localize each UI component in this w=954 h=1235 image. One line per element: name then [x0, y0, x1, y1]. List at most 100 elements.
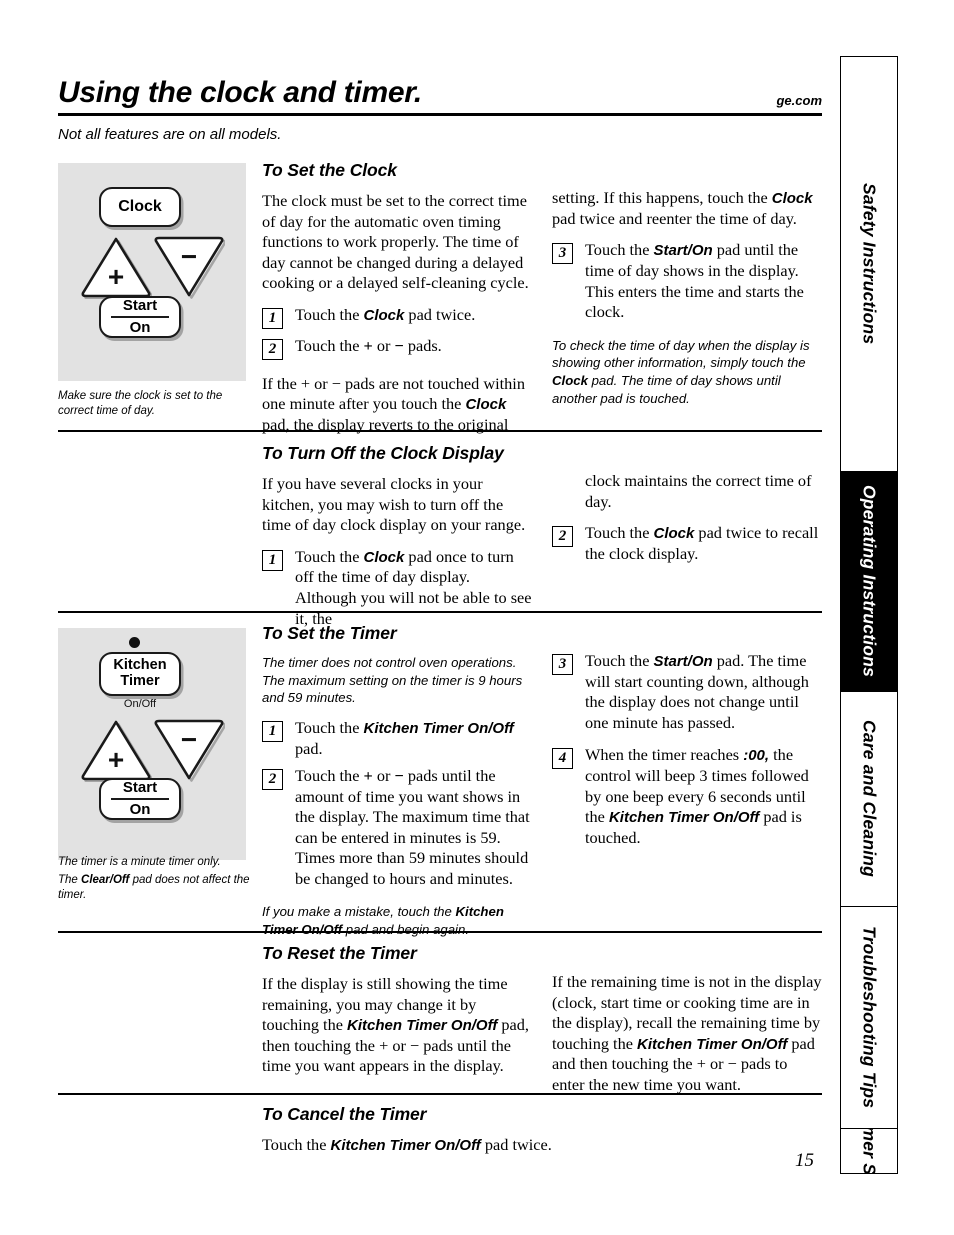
minus-pad-graphic: − — [153, 718, 226, 782]
step-number: 1 — [262, 720, 283, 742]
tab-label: Operating Instructions — [859, 485, 880, 678]
manual-page: Using the clock and timer. ge.com Not al… — [0, 0, 954, 1235]
tab-label: Troubleshooting Tips — [859, 926, 880, 1109]
sidebar-item-troubleshooting-tips[interactable]: Troubleshooting Tips — [841, 907, 897, 1129]
start-pad-label-line1: Start — [122, 779, 158, 796]
section-set-timer-left: To Set the Timer The timer does not cont… — [262, 623, 532, 949]
section-cancel-timer: To Cancel the Timer Touch the Kitchen Ti… — [262, 1104, 562, 1167]
section-heading-turn-off-clock: To Turn Off the Clock Display — [262, 443, 504, 463]
kitchen-timer-onoff-label: On/Off — [123, 698, 157, 710]
svg-text:+: + — [108, 261, 124, 292]
step-text: Touch the Clock pad twice to recall the … — [585, 523, 819, 563]
sidebar-item-care-and-cleaning[interactable]: Care and Cleaning — [841, 692, 897, 907]
step-text: Touch the Start/On pad. The time will st… — [585, 651, 809, 732]
kitchen-timer-label-line2: Timer — [120, 673, 160, 689]
svg-text:+: + — [108, 744, 124, 775]
clock-panel-caption: Make sure the clock is set to the correc… — [58, 389, 250, 422]
tab-label: Consumer Support — [859, 1129, 880, 1173]
step-text: Touch the Clock pad once to turn off the… — [295, 546, 532, 628]
step-item: 3 Touch the Start/On pad. The time will … — [552, 651, 822, 733]
section-reset-timer-right: If the remaining time is not in the disp… — [552, 972, 822, 1107]
sidebar-item-consumer-support[interactable]: Consumer Support — [841, 1129, 897, 1173]
clock-pad-graphic: Clock — [99, 187, 181, 227]
step-number: 2 — [262, 769, 283, 791]
start-pad-label-line2: On — [129, 800, 151, 818]
section-reset-timer-left: To Reset the Timer If the display is sti… — [262, 943, 532, 1088]
start-pad-divider — [111, 798, 169, 800]
section-set-clock-left: To Set the Clock The clock must be set t… — [262, 160, 532, 447]
step-text: Touch the + or − pads. — [295, 335, 442, 355]
caption-line-1: The timer is a minute timer only. — [58, 856, 221, 868]
step-text: Touch the Clock pad twice. — [295, 304, 476, 324]
set-clock-continuation-left: If the + or − pads are not touched withi… — [262, 373, 525, 435]
step-number: 2 — [552, 526, 573, 548]
start-pad-divider — [111, 316, 169, 318]
minus-pad-graphic: − — [153, 235, 226, 299]
section-heading-reset-timer: To Reset the Timer — [262, 943, 417, 963]
start-on-pad-graphic: Start On — [99, 778, 181, 820]
set-clock-intro: The clock must be set to the correct tim… — [262, 191, 529, 293]
section-tab-rail: Safety Instructions Operating Instructio… — [840, 56, 898, 1174]
step-number: 4 — [552, 748, 573, 770]
section-heading-cancel-timer: To Cancel the Timer — [262, 1104, 427, 1124]
section-set-timer-right: 3 Touch the Start/On pad. The time will … — [552, 651, 822, 856]
kitchen-timer-label-line1: Kitchen — [113, 657, 167, 674]
step-item: clock maintains the correct time of day. — [552, 471, 822, 512]
svg-text:−: − — [181, 241, 197, 272]
step-item: 1 Touch the Clock pad once to turn off t… — [262, 547, 532, 629]
section-set-clock-right: setting. If this happens, touch the Cloc… — [552, 188, 822, 418]
caption-text: Make sure the clock is set to the correc… — [58, 390, 223, 418]
website-url: ge.com — [776, 93, 822, 108]
clock-control-panel-illustration: Clock + − Start On — [58, 163, 246, 381]
step-number: 2 — [262, 338, 283, 360]
step-item: 3 Touch the Start/On pad until the time … — [552, 240, 822, 322]
svg-text:−: − — [181, 724, 197, 755]
reset-timer-left-text: If the display is still showing the time… — [262, 974, 529, 1076]
step-item: 2 Touch the Clock pad twice to recall th… — [552, 523, 822, 564]
step-number: 3 — [552, 654, 573, 675]
clock-pad-label: Clock — [118, 198, 162, 216]
cancel-timer-text: Touch the Kitchen Timer On/Off pad twice… — [262, 1135, 552, 1154]
reset-timer-right-text: If the remaining time is not in the disp… — [552, 972, 822, 1095]
page-title: Using the clock and timer. — [58, 76, 422, 109]
turn-off-clock-intro: If you have several clocks in your kitch… — [262, 474, 526, 535]
step-number: 3 — [552, 243, 573, 265]
step-item: 4 When the timer reaches :00, the contro… — [552, 745, 822, 848]
step-item: 2 Touch the + or − pads until the amount… — [262, 766, 532, 889]
title-divider — [58, 113, 822, 116]
step-text: Touch the + or − pads until the amount o… — [295, 766, 530, 888]
step-item: 2 Touch the + or − pads. — [262, 336, 532, 360]
step-text-continuation: clock maintains the correct time of day. — [585, 471, 812, 511]
step-item: 1 Touch the Kitchen Timer On/Off pad. — [262, 718, 532, 759]
step-text: Touch the Start/On pad until the time of… — [585, 240, 804, 322]
section-heading-set-clock: To Set the Clock — [262, 160, 397, 180]
timer-control-panel-illustration: Kitchen Timer On/Off + − Start On — [58, 628, 246, 860]
start-pad-label-line1: Start — [122, 297, 158, 314]
start-pad-label-line2: On — [129, 318, 151, 336]
kitchen-timer-pad-graphic: Kitchen Timer — [99, 652, 181, 696]
start-on-pad-graphic: Start On — [99, 296, 181, 338]
section-turn-off-clock-right: clock maintains the correct time of day.… — [552, 471, 822, 571]
step-number: 1 — [262, 549, 283, 571]
section-heading-set-timer: To Set the Timer — [262, 623, 397, 643]
caption-line-2: The Clear/Off pad does not affect the ti… — [58, 874, 250, 902]
step-item: 1 Touch the Clock pad twice. — [262, 305, 532, 329]
set-clock-continuation-right: setting. If this happens, touch the Cloc… — [552, 188, 813, 228]
step-text: When the timer reaches :00, the control … — [585, 745, 809, 848]
tab-label: Care and Cleaning — [859, 720, 880, 878]
set-timer-note-bottom: If you make a mistake, touch the Kitchen… — [262, 904, 504, 937]
page-number: 15 — [795, 1150, 814, 1171]
plus-pad-graphic: + — [80, 718, 153, 783]
timer-panel-caption: The timer is a minute timer only. The Cl… — [58, 855, 250, 907]
step-number: 1 — [262, 307, 283, 329]
set-clock-note: To check the time of day when the displa… — [552, 337, 810, 406]
page-subtitle: Not all features are on all models. — [58, 126, 282, 143]
section-turn-off-clock-left: To Turn Off the Clock Display If you hav… — [262, 443, 532, 636]
indicator-dot-icon — [129, 637, 140, 648]
step-text: Touch the Kitchen Timer On/Off pad. — [295, 717, 514, 758]
tab-label: Safety Instructions — [859, 183, 880, 345]
set-timer-note-top: The timer does not control oven operatio… — [262, 655, 523, 706]
sidebar-item-operating-instructions[interactable]: Operating Instructions — [841, 472, 897, 692]
plus-pad-graphic: + — [80, 235, 153, 300]
sidebar-item-safety-instructions[interactable]: Safety Instructions — [841, 57, 897, 472]
